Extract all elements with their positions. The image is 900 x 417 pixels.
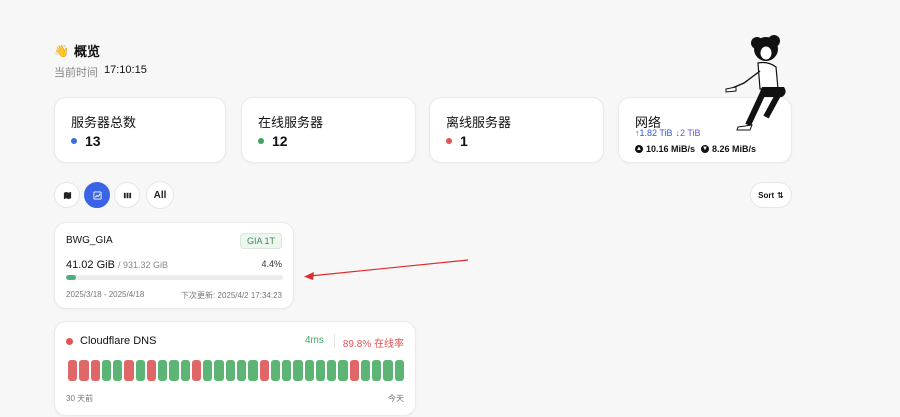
traffic-service-card[interactable]: BWG_GIA GIA 1T 41.02 GiB / 931.32 GiB 4.…: [54, 222, 294, 309]
upload-speed: 10.16 MiB/s: [646, 144, 696, 154]
current-time-label: 当前时间: [54, 67, 98, 79]
columns-icon: [123, 192, 131, 198]
uptime-day-bar[interactable]: [158, 360, 168, 381]
map-icon: [63, 191, 71, 199]
service-percent: 4.4%: [261, 259, 282, 269]
total-servers-value: 13: [85, 133, 101, 149]
map-view-button[interactable]: [54, 182, 80, 208]
uptime-day-bar[interactable]: [383, 360, 393, 381]
sort-label: Sort: [758, 190, 775, 200]
uptime-day-bar[interactable]: [113, 360, 123, 381]
annotation-arrow: [304, 259, 469, 280]
uptime-day-bar[interactable]: [146, 360, 157, 381]
monitor-latency: 4ms: [305, 335, 324, 346]
service-usage: 41.02 GiB / 931.32 GiB: [66, 259, 168, 271]
chart-icon: [92, 190, 102, 200]
service-progress-fill: [66, 275, 76, 280]
uptime-day-bar[interactable]: [90, 360, 100, 381]
uptime-day-bar[interactable]: [360, 360, 371, 381]
uptime-day-bar[interactable]: [293, 360, 303, 381]
page-title-text: 概览: [73, 44, 100, 59]
overview-header: 👋 概览 当前时间 17:10:15: [54, 41, 147, 80]
uptime-day-bar[interactable]: [180, 360, 190, 381]
uptime-day-bar[interactable]: [169, 360, 179, 381]
uptime-day-bar[interactable]: [135, 360, 145, 381]
history-end-label: 今天: [388, 394, 404, 403]
online-servers-value: 12: [272, 133, 288, 149]
uptime-day-bar[interactable]: [315, 360, 326, 381]
network-speed: ▲ 10.16 MiB/s ▼ 8.26 MiB/s: [635, 144, 756, 154]
uptime-day-bar[interactable]: [236, 360, 247, 381]
monitor-card[interactable]: Cloudflare DNS 4ms 89.8% 在线率 30 天前 今天: [54, 321, 416, 416]
offline-servers-label: 离线服务器: [446, 115, 512, 130]
uptime-day-bar[interactable]: [191, 360, 202, 381]
download-traffic: ↓2 TiB: [675, 128, 701, 138]
uptime-day-bar[interactable]: [270, 360, 281, 381]
total-servers-card[interactable]: 服务器总数 13: [54, 97, 226, 163]
uptime-day-bar[interactable]: [68, 360, 78, 381]
uptime-day-bar[interactable]: [79, 360, 89, 381]
uptime-day-bar[interactable]: [101, 360, 112, 381]
uptime-day-bar[interactable]: [338, 360, 348, 381]
uptime-day-bar[interactable]: [124, 360, 134, 381]
wave-icon: 👋: [54, 43, 69, 58]
online-servers-label: 在线服务器: [258, 115, 324, 130]
service-next-update: 下次更新: 2025/4/2 17:34:23: [181, 291, 282, 300]
uptime-day-bar[interactable]: [259, 360, 269, 381]
sort-icon: ⇅: [777, 190, 784, 200]
uptime-day-bar[interactable]: [372, 360, 382, 381]
uptime-day-bar[interactable]: [282, 360, 292, 381]
service-period: 2025/3/18 - 2025/4/18: [66, 290, 145, 299]
uptime-day-bar[interactable]: [248, 360, 258, 381]
chart-view-button[interactable]: [84, 182, 110, 208]
uptime-day-bar[interactable]: [304, 360, 314, 381]
total-servers-label: 服务器总数: [71, 115, 137, 130]
uptime-history-bars: [68, 360, 404, 381]
sort-button[interactable]: Sort ⇅: [750, 182, 792, 208]
download-speed-icon: ▼: [701, 145, 710, 153]
offline-servers-value: 1: [460, 133, 468, 149]
network-traffic: ↑1.82 TiB ↓2 TiB: [635, 128, 701, 138]
monitor-status-dot: [66, 337, 73, 345]
service-tag: GIA 1T: [239, 233, 282, 249]
online-status-dot: [258, 138, 264, 144]
monitor-uptime: 89.8% 在线率: [342, 339, 404, 350]
uptime-day-bar[interactable]: [225, 360, 235, 381]
upload-traffic: ↑1.82 TiB: [635, 128, 673, 138]
uptime-day-bar[interactable]: [349, 360, 359, 381]
page-title: 👋 概览: [54, 41, 147, 60]
offline-servers-card[interactable]: 离线服务器 1: [429, 97, 604, 163]
upload-speed-icon: ▲: [635, 145, 643, 153]
monitor-title: Cloudflare DNS: [66, 335, 156, 347]
service-name: BWG_GIA: [66, 235, 113, 246]
grid-view-button[interactable]: [114, 182, 140, 208]
current-time-value: 17:10:15: [104, 64, 147, 76]
offline-status-dot: [446, 138, 452, 144]
monitor-separator: [334, 334, 335, 348]
current-time: 当前时间 17:10:15: [54, 64, 147, 80]
uptime-day-bar[interactable]: [203, 360, 213, 381]
uptime-day-bar[interactable]: [327, 360, 337, 381]
total-status-dot: [71, 138, 77, 144]
online-servers-card[interactable]: 在线服务器 12: [241, 97, 416, 163]
download-speed: 8.26 MiB/s: [712, 144, 757, 154]
monitor-name: Cloudflare DNS: [80, 335, 157, 347]
service-progress-bar: [66, 275, 283, 280]
uptime-day-bar[interactable]: [214, 360, 224, 381]
service-total: / 931.32 GiB: [117, 260, 169, 270]
service-used: 41.02 GiB: [66, 259, 115, 271]
filter-all-button[interactable]: All: [146, 181, 174, 209]
person-illustration: [725, 35, 786, 131]
uptime-day-bar[interactable]: [394, 360, 404, 381]
history-start-label: 30 天前: [66, 394, 94, 403]
